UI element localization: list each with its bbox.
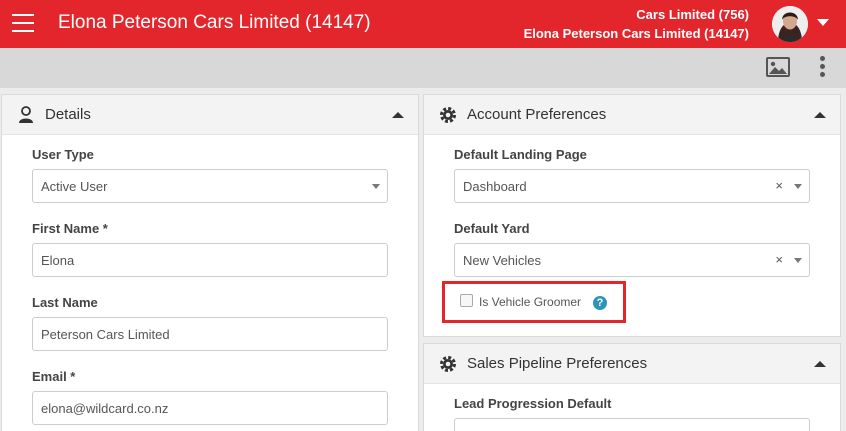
page-title: Elona Peterson Cars Limited (14147) [58,12,371,33]
user-type-select[interactable]: Active User [32,169,388,203]
default-yard-value: New Vehicles [463,253,542,268]
details-panel-header[interactable]: Details [2,95,418,135]
gear-icon [440,356,456,372]
last-name-field[interactable]: Peterson Cars Limited [32,317,388,351]
first-name-value: Elona [41,253,75,268]
first-name-field[interactable]: Elona [32,243,388,277]
last-name-value: Peterson Cars Limited [41,327,170,342]
account-parent: Cars Limited (756) [636,7,749,22]
chevron-down-icon [372,184,380,189]
clear-icon[interactable]: × [775,252,783,267]
vehicle-groomer-checkbox[interactable] [460,294,473,307]
image-icon[interactable] [765,56,791,78]
default-landing-value: Dashboard [463,179,527,194]
chevron-down-icon [794,184,802,189]
collapse-icon[interactable] [392,112,404,118]
email-value: elona@wildcard.co.nz [41,401,169,416]
sales-pipeline-title: Sales Pipeline Preferences [467,355,648,372]
account-dropdown-icon[interactable] [817,19,829,26]
lead-progression-select[interactable] [454,418,810,431]
default-yard-label: Default Yard [454,221,530,236]
clear-icon[interactable]: × [775,178,783,193]
collapse-icon[interactable] [814,112,826,118]
toolbar [0,48,846,88]
default-landing-select[interactable]: Dashboard × [454,169,810,203]
user-icon [19,106,33,123]
account-preferences-title: Account Preferences [467,106,607,123]
menu-icon[interactable] [12,14,34,32]
details-title: Details [45,106,91,123]
email-label: Email * [32,369,76,384]
default-landing-label: Default Landing Page [454,147,587,162]
account-preferences-header[interactable]: Account Preferences [424,95,840,135]
chevron-down-icon [794,258,802,263]
help-icon[interactable]: ? [593,296,607,310]
lead-progression-label: Lead Progression Default [454,396,612,411]
collapse-icon[interactable] [814,361,826,367]
account-current: Elona Peterson Cars Limited (14147) [523,26,749,41]
gear-icon [440,107,456,123]
vehicle-groomer-label[interactable]: Is Vehicle Groomer [479,295,581,309]
last-name-label: Last Name [32,295,98,310]
email-field[interactable]: elona@wildcard.co.nz [32,391,388,425]
user-type-value: Active User [41,179,108,194]
sales-pipeline-header[interactable]: Sales Pipeline Preferences [424,344,840,384]
more-vertical-icon[interactable] [818,56,826,80]
user-type-label: User Type [32,147,94,162]
top-bar: Elona Peterson Cars Limited (14147) Cars… [0,0,846,48]
avatar[interactable] [772,6,808,42]
default-yard-select[interactable]: New Vehicles × [454,243,810,277]
first-name-label: First Name * [32,221,108,236]
